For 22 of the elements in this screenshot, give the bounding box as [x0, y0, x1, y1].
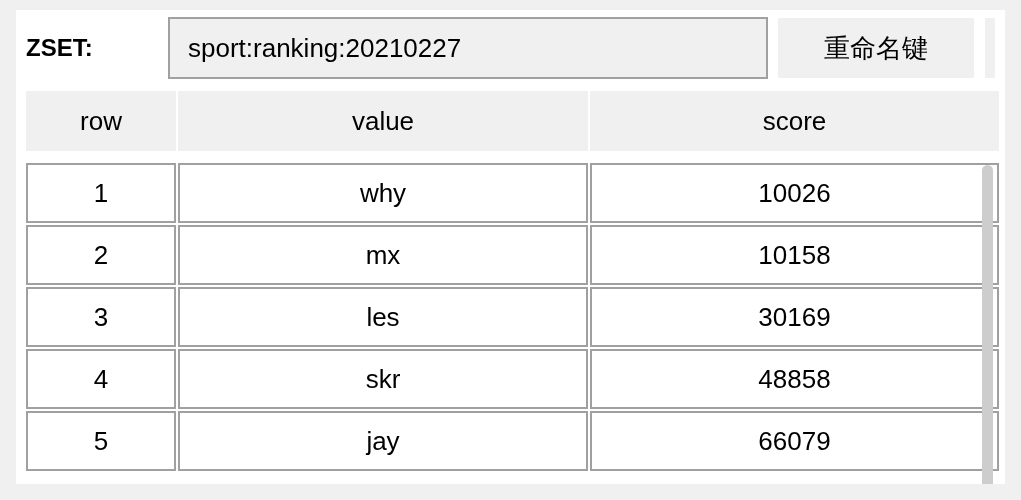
- table-cell: 4: [26, 349, 176, 409]
- table-cell: why: [178, 163, 588, 223]
- table-cell: mx: [178, 225, 588, 285]
- table-cell: 5: [26, 411, 176, 471]
- type-label: ZSET:: [25, 34, 94, 62]
- table-cell: les: [178, 287, 588, 347]
- scrollbar-thumb[interactable]: [982, 165, 993, 484]
- table-cell: 48858: [590, 349, 999, 409]
- table-cell: skr: [178, 349, 588, 409]
- table-cell: 10158: [590, 225, 999, 285]
- table-cell: 1: [26, 163, 176, 223]
- key-name-field[interactable]: sport:ranking:20210227: [168, 17, 768, 79]
- column-header[interactable]: score: [590, 91, 999, 151]
- table-cell: jay: [178, 411, 588, 471]
- column-header[interactable]: row: [26, 91, 176, 151]
- table-cell: 30169: [590, 287, 999, 347]
- rename-key-button[interactable]: 重命名键: [778, 18, 974, 78]
- table-cell: 3: [26, 287, 176, 347]
- table-cell: 66079: [590, 411, 999, 471]
- table-cell: 2: [26, 225, 176, 285]
- column-header[interactable]: value: [178, 91, 588, 151]
- table-cell: 10026: [590, 163, 999, 223]
